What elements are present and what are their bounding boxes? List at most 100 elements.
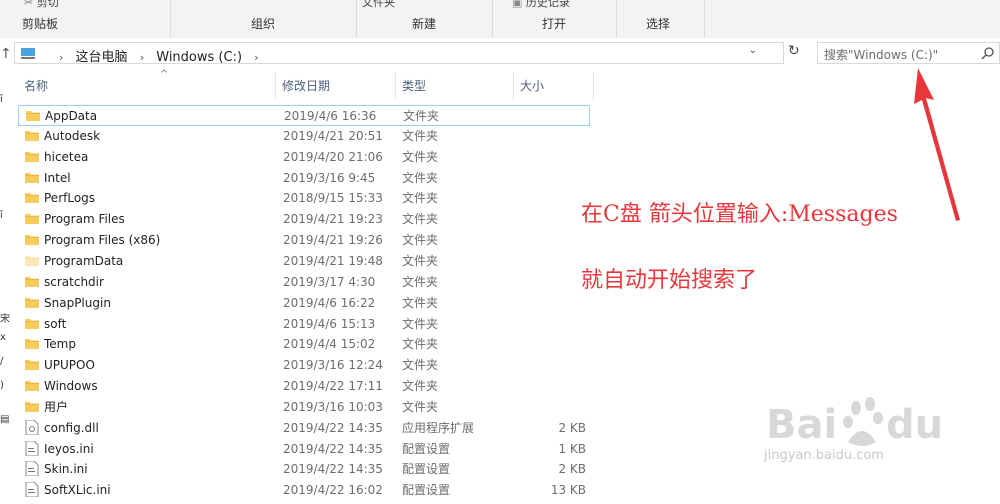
annotation-line-1: 在C盘 箭头位置输入:Messages	[581, 202, 898, 227]
column-date[interactable]: 修改日期	[276, 72, 396, 100]
breadcrumb: › 这台电脑 › Windows (C:) ›	[51, 46, 267, 65]
file-type: 文件夹	[402, 128, 439, 143]
ribbon-group-new: 文件夹 新建	[356, 0, 493, 38]
up-arrow-icon[interactable]: ↑	[0, 46, 12, 62]
ribbon-group-label: 打开	[541, 17, 566, 31]
column-name[interactable]: 名称	[18, 72, 276, 100]
file-name: soft	[44, 316, 67, 331]
column-type[interactable]: 类型	[396, 72, 514, 100]
file-row[interactable]: hicetea 2019/4/20 21:06 文件夹	[18, 147, 590, 168]
folder-icon	[25, 130, 39, 141]
file-row[interactable]: scratchdir 2019/3/17 4:30 文件夹	[18, 272, 590, 293]
search-input[interactable]: 搜索"Windows (C:)"	[824, 46, 938, 63]
file-row[interactable]: Temp 2019/4/4 15:02 文件夹	[18, 334, 590, 355]
file-row[interactable]: ProgramData 2019/4/21 19:48 文件夹	[18, 251, 590, 272]
file-row[interactable]: Program Files (x86) 2019/4/21 19:26 文件夹	[18, 230, 590, 251]
file-row[interactable]: UPUPOO 2019/3/16 12:24 文件夹	[18, 355, 590, 376]
file-type: 文件夹	[403, 109, 440, 123]
file-name: 用户	[44, 399, 69, 414]
file-type: 配置设置	[402, 441, 451, 456]
file-row[interactable]: Program Files 2019/4/21 19:23 文件夹	[18, 209, 590, 230]
file-row[interactable]: soft 2019/4/6 15:13 文件夹	[18, 314, 590, 335]
file-row[interactable]: config.dll 2019/4/22 14:35 应用程序扩展 2 KB	[18, 418, 590, 439]
file-type: 文件夹	[402, 399, 439, 414]
file-row[interactable]: AppData 2019/4/6 16:36 文件夹	[18, 105, 590, 126]
ini-file-icon	[25, 440, 39, 456]
file-date: 2019/4/22 17:11	[283, 379, 383, 394]
chevron-right-icon[interactable]: ›	[254, 51, 258, 64]
file-type: 文件夹	[402, 295, 439, 310]
file-type: 文件夹	[402, 358, 439, 373]
file-type: 文件夹	[402, 212, 439, 227]
file-type: 配置设置	[402, 483, 451, 498]
folder-icon	[25, 339, 39, 350]
search-icon[interactable]	[981, 46, 995, 60]
ribbon-group-select: 选择	[616, 0, 705, 38]
file-row[interactable]: Autodesk 2019/4/21 20:51 文件夹	[18, 126, 590, 147]
file-row[interactable]: Windows 2019/4/22 17:11 文件夹	[18, 376, 590, 397]
file-size: 1 KB	[558, 441, 586, 456]
folder-icon	[25, 276, 39, 287]
chevron-down-icon[interactable]: ⌄	[749, 45, 757, 56]
column-size[interactable]: 大小	[514, 72, 594, 100]
folder-icon	[26, 111, 40, 121]
file-date: 2019/4/6 16:36	[284, 109, 377, 123]
file-type: 文件夹	[402, 191, 439, 206]
file-name: SnapPlugin	[44, 295, 111, 310]
this-pc-icon	[21, 48, 35, 59]
file-row[interactable]: SnapPlugin 2019/4/6 16:22 文件夹	[18, 293, 590, 314]
cut-button[interactable]: ✂ 剪切	[24, 0, 59, 10]
file-size: 13 KB	[550, 483, 586, 498]
file-name: Skin.ini	[44, 462, 88, 477]
file-row[interactable]: 用户 2019/3/16 10:03 文件夹	[18, 397, 590, 418]
chevron-right-icon[interactable]: ›	[59, 51, 63, 64]
file-type: 文件夹	[402, 316, 439, 331]
file-name: Program Files (x86)	[44, 233, 161, 248]
folder-icon	[25, 318, 39, 329]
ribbon-group-label: 组织	[250, 17, 275, 31]
new-folder-button[interactable]: 文件夹	[362, 0, 395, 10]
file-date: 2019/4/6 16:22	[283, 295, 376, 310]
search-box[interactable]: 搜索"Windows (C:)"	[817, 42, 1000, 64]
file-row[interactable]: Skin.ini 2019/4/22 14:35 配置设置 2 KB	[18, 459, 590, 480]
baidu-logo-icon: Bai du	[766, 397, 943, 448]
ribbon-group-label: 选择	[646, 17, 671, 31]
file-row[interactable]: Ieyos.ini 2019/4/22 14:35 配置设置 1 KB	[18, 439, 590, 460]
file-row[interactable]: SoftXLic.ini 2019/4/22 16:02 配置设置 13 KB	[18, 480, 590, 501]
ribbon-group-open: ▣ 历史记录 打开	[492, 0, 617, 38]
breadcrumb-drive-c[interactable]: Windows (C:)	[156, 50, 242, 65]
annotation-line-2: 就自动开始搜索了	[581, 268, 758, 293]
folder-icon	[25, 193, 39, 204]
scissors-icon: ✂	[24, 0, 34, 9]
watermark-url: jingyan.baidu.com	[764, 448, 884, 463]
folder-icon	[25, 401, 39, 412]
folder-icon	[25, 172, 39, 183]
folder-icon	[25, 255, 39, 266]
refresh-icon[interactable]: ↻	[788, 43, 802, 61]
folder-icon	[25, 297, 39, 308]
file-name: Autodesk	[44, 128, 101, 143]
navigation-pane-edge: ī ī 宋 x / ) ▤	[0, 94, 10, 504]
breadcrumb-this-pc[interactable]: 这台电脑	[76, 50, 128, 65]
file-row[interactable]: Intel 2019/3/16 9:45 文件夹	[18, 168, 590, 189]
address-bar[interactable]: › 这台电脑 › Windows (C:) › ⌄	[14, 42, 784, 65]
file-date: 2018/9/15 15:33	[283, 191, 383, 206]
ini-file-icon	[25, 482, 39, 498]
file-size: 2 KB	[558, 462, 586, 477]
folder-icon	[25, 235, 39, 246]
chevron-right-icon[interactable]: ›	[140, 51, 144, 64]
file-name: PerfLogs	[44, 191, 96, 206]
file-date: 2019/3/16 9:45	[283, 170, 376, 185]
file-size: 2 KB	[558, 420, 586, 435]
file-date: 2019/3/16 10:03	[283, 399, 383, 414]
file-row[interactable]: PerfLogs 2018/9/15 15:33 文件夹	[18, 188, 590, 209]
file-date: 2019/4/21 20:51	[283, 128, 383, 143]
history-button[interactable]: ▣ 历史记录	[512, 0, 570, 10]
nav-pane-fragment: x	[0, 332, 6, 343]
file-type: 文件夹	[402, 379, 439, 394]
file-date: 2019/4/20 21:06	[283, 149, 383, 164]
nav-pane-fragment: ī	[0, 210, 3, 221]
ribbon-group-clipboard: ✂ 剪切 剪贴板	[0, 0, 171, 38]
annotation-arrow-icon	[914, 68, 960, 221]
baidu-watermark: Bai du jingyan.baidu.com	[764, 394, 984, 463]
